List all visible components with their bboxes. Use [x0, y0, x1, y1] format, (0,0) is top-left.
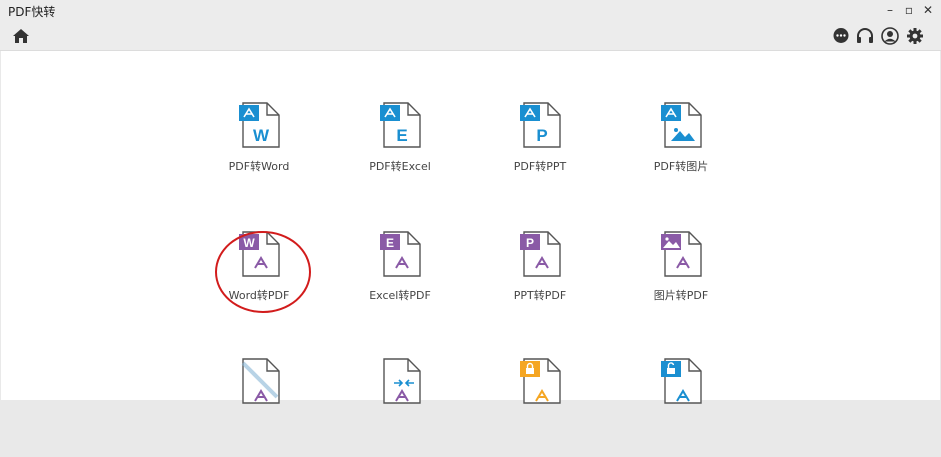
- headset-icon[interactable]: [856, 27, 874, 45]
- tile-label: PDF转Excel: [369, 160, 431, 173]
- svg-text:W: W: [243, 236, 255, 250]
- maximize-button[interactable]: ▫: [902, 3, 916, 17]
- unlock-pdf-icon: [661, 358, 702, 404]
- tile-excel-to-pdf[interactable]: E Excel转PDF: [350, 230, 450, 330]
- tile-label: 图片转PDF: [653, 289, 709, 302]
- tile-row3-3[interactable]: [490, 357, 590, 457]
- excel-to-pdf-icon: E: [380, 231, 421, 277]
- word-to-pdf-icon: W: [239, 231, 280, 277]
- svg-text:E: E: [396, 126, 407, 145]
- watermark-pdf-icon: [241, 358, 280, 404]
- tile-label: Word转PDF: [228, 289, 290, 302]
- tile-pdf-to-word[interactable]: W PDF转Word: [209, 101, 309, 201]
- user-icon[interactable]: [881, 27, 899, 45]
- pdf-to-image-icon: [661, 102, 702, 148]
- tile-row3-1[interactable]: [209, 357, 309, 457]
- close-button[interactable]: ✕: [921, 3, 935, 17]
- minimize-button[interactable]: –: [883, 3, 897, 17]
- tile-label: PDF转PPT: [513, 160, 567, 173]
- pdf-to-ppt-icon: P: [520, 102, 561, 148]
- home-icon[interactable]: [12, 27, 30, 45]
- tile-image-to-pdf[interactable]: 图片转PDF: [631, 230, 731, 330]
- svg-text:P: P: [536, 126, 547, 145]
- tile-label: PDF转图片: [653, 160, 709, 173]
- merge-pdf-icon: [383, 358, 421, 404]
- gear-icon[interactable]: [906, 27, 924, 45]
- tile-pdf-to-image[interactable]: PDF转图片: [631, 101, 731, 201]
- tile-label: Excel转PDF: [369, 289, 431, 302]
- title-bar: PDF快转 – ▫ ✕: [0, 0, 941, 22]
- app-title: PDF快转: [8, 5, 56, 19]
- pdf-to-word-icon: W: [239, 102, 280, 148]
- tile-label: PPT转PDF: [513, 289, 567, 302]
- main-panel: W PDF转Word E PDF转Excel P PDF转PPT PDF转图片 …: [1, 51, 940, 404]
- tile-row3-4[interactable]: [631, 357, 731, 457]
- tile-row3-2[interactable]: [350, 357, 450, 457]
- tile-pdf-to-ppt[interactable]: P PDF转PPT: [490, 101, 590, 201]
- tile-label: PDF转Word: [228, 160, 290, 173]
- tile-ppt-to-pdf[interactable]: P PPT转PDF: [490, 230, 590, 330]
- svg-text:E: E: [386, 236, 394, 250]
- svg-text:W: W: [253, 126, 270, 145]
- ppt-to-pdf-icon: P: [520, 231, 561, 277]
- image-to-pdf-icon: [661, 231, 702, 277]
- pdf-to-excel-icon: E: [380, 102, 421, 148]
- chat-icon[interactable]: [832, 27, 850, 45]
- lock-pdf-icon: [520, 358, 561, 404]
- svg-text:P: P: [526, 236, 534, 250]
- toolbar: [0, 22, 941, 51]
- tile-pdf-to-excel[interactable]: E PDF转Excel: [350, 101, 450, 201]
- tile-word-to-pdf[interactable]: W Word转PDF: [209, 230, 309, 330]
